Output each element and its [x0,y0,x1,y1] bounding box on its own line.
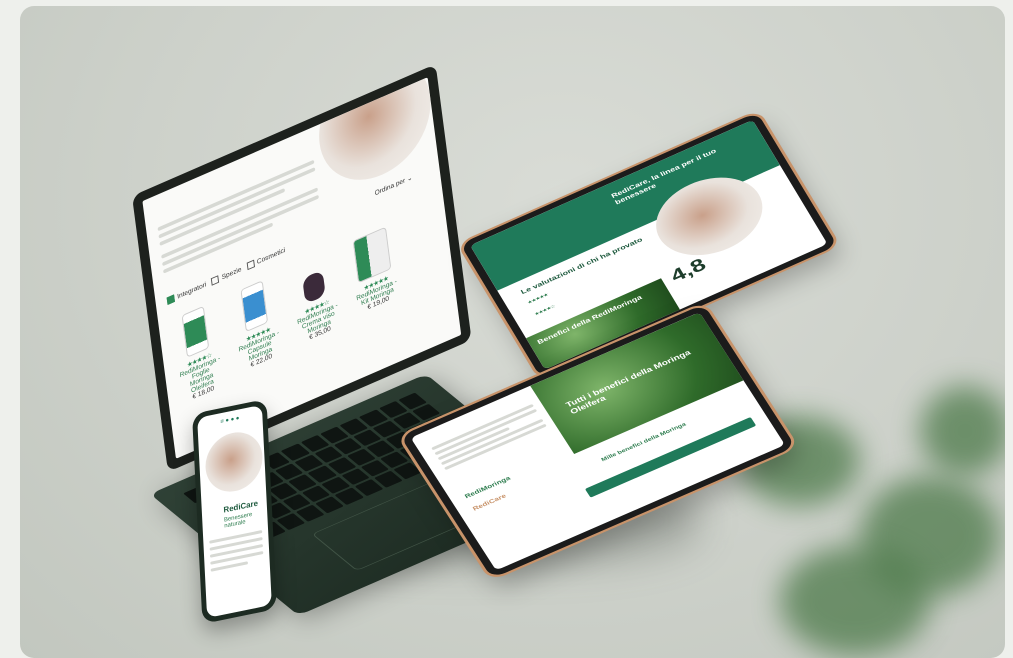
filter-checkbox-spezie[interactable]: Spezie [211,266,242,286]
blurred-plant-leaf [780,546,930,656]
rating-stars: ★★★★★ [526,293,549,306]
product-image [240,280,269,333]
rating-score: 4,8 [666,253,710,286]
phone-body-text [209,526,264,576]
sort-dropdown[interactable]: Ordina per ⌄ [374,173,413,198]
rating-stars: ★★★★☆ [533,304,556,317]
filter-label: Spezie [221,266,242,282]
intro-text [157,156,320,277]
product-card[interactable]: ★★★★★ RediMoringa - Kit Moringa € 19,00 [348,225,400,316]
chevron-down-icon: ⌄ [406,174,413,184]
product-card[interactable]: ★★★★☆ RediMoringa - Foglie Moringa Oleif… [171,301,224,405]
hero-photo [312,77,438,199]
filter-label: Integratori [176,281,207,301]
product-image [302,269,326,305]
phone-header: ≡ ● ● ● [220,415,240,426]
product-card[interactable]: ★★★★☆ RediMoringa - Crema viso Moringa €… [289,250,341,346]
product-image [181,305,210,358]
product-card[interactable]: ★★★★★ RediMoringa - Capsule Moringa € 22… [230,276,283,374]
hero-photo [204,427,264,497]
blurred-plant-leaf [920,386,1005,476]
filter-label: Cosmetici [256,247,286,266]
mockup-card: Integratori Spezie Cosmetici Ordina per … [20,6,1005,658]
tablet-front-webpage: Tutti i benefici della Moringa Oleifera … [410,312,786,571]
phone-webpage: ≡ ● ● ● RediCare Benessere naturale [197,404,272,618]
sort-label: Ordina per [374,177,406,198]
smartphone: ≡ ● ● ● RediCare Benessere naturale [192,398,277,624]
filter-checkbox-integratori[interactable]: Integratori [166,281,207,305]
filter-checkbox-cosmetici[interactable]: Cosmetici [246,247,286,271]
